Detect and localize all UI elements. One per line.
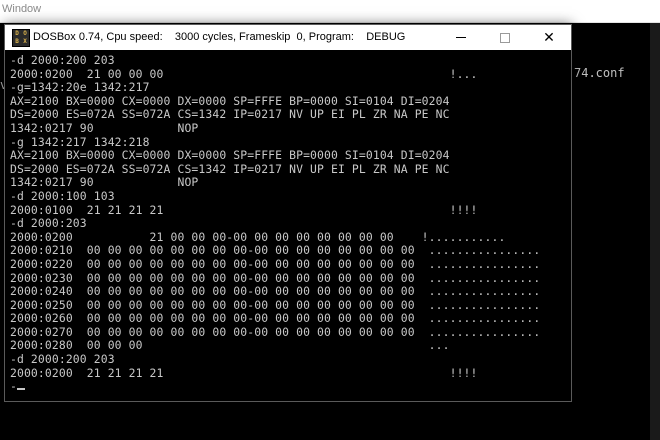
console-line: - bbox=[10, 379, 17, 394]
console-line: 2000:0210 00 00 00 00 00 00 00 00-00 00 … bbox=[10, 243, 541, 258]
close-button[interactable]: ✕ bbox=[527, 25, 571, 50]
dosbox-titlebar[interactable]: D O B X DOSBox 0.74, Cpu speed: 3000 cyc… bbox=[5, 25, 571, 50]
console-line: 2000:0220 00 00 00 00 00 00 00 00-00 00 … bbox=[10, 256, 541, 271]
maximize-button[interactable] bbox=[483, 25, 527, 50]
icon-glyph-bottom: B bbox=[15, 38, 19, 45]
maximize-icon bbox=[500, 32, 510, 43]
console-line: AX=2100 BX=0000 CX=0000 DX=0000 SP=FFFE … bbox=[10, 93, 450, 108]
background-window-title: Window bbox=[2, 3, 42, 15]
console-line: 2000:0200 21 00 00 00 !... bbox=[10, 66, 478, 81]
background-fragment-conf: 74.conf bbox=[574, 66, 625, 80]
icon-glyph-top: D bbox=[15, 30, 19, 37]
console-line: -d 2000:200 203 bbox=[10, 53, 115, 67]
dosbox-app-icon[interactable]: D O B X bbox=[12, 29, 30, 47]
console-line: 2000:0240 00 00 00 00 00 00 00 00-00 00 … bbox=[10, 284, 541, 299]
console-line: DS=2000 ES=072A SS=072A CS=1342 IP=0217 … bbox=[10, 161, 450, 176]
console-line: -g=1342:20e 1342:217 bbox=[10, 80, 150, 95]
close-icon: ✕ bbox=[543, 29, 555, 46]
dosbox-window[interactable]: D O B X DOSBox 0.74, Cpu speed: 3000 cyc… bbox=[4, 24, 572, 402]
console-line: 2000:0200 21 00 00 00-00 00 00 00 00 00 … bbox=[10, 229, 506, 244]
dos-console-screen[interactable]: -d 2000:200 203 2000:0200 21 00 00 00 !.… bbox=[5, 50, 571, 401]
console-line: 2000:0230 00 00 00 00 00 00 00 00-00 00 … bbox=[10, 270, 541, 285]
minimize-button[interactable] bbox=[439, 25, 483, 50]
console-line: 2000:0200 21 21 21 21 !!!! bbox=[10, 365, 478, 380]
console-line: -d 2000:100 103 bbox=[10, 188, 115, 203]
console-line: 2000:0280 00 00 00 ... bbox=[10, 338, 450, 353]
console-line: 2000:0250 00 00 00 00 00 00 00 00-00 00 … bbox=[10, 297, 541, 312]
console-line: DS=2000 ES=072A SS=072A CS=1342 IP=0217 … bbox=[10, 107, 450, 122]
console-line: 1342:0217 90 NOP bbox=[10, 120, 199, 135]
console-line: -d 2000:200 203 bbox=[10, 352, 115, 367]
background-window-titlebar: Window bbox=[0, 0, 660, 23]
console-line: 2000:0270 00 00 00 00 00 00 00 00-00 00 … bbox=[10, 324, 541, 339]
console-line: AX=2100 BX=0000 CX=0000 DX=0000 SP=FFFE … bbox=[10, 148, 450, 163]
background-scrollbar[interactable] bbox=[650, 23, 660, 440]
console-line: -g 1342:217 1342:218 bbox=[10, 134, 150, 149]
minimize-icon bbox=[456, 37, 466, 38]
console-line: 1342:0217 90 NOP bbox=[10, 175, 199, 190]
text-cursor bbox=[16, 388, 25, 391]
console-line: 2000:0100 21 21 21 21 !!!! bbox=[10, 202, 478, 217]
icon-glyph-bottom-2: X bbox=[23, 38, 27, 45]
console-line: 2000:0260 00 00 00 00 00 00 00 00-00 00 … bbox=[10, 311, 541, 326]
console-output: -d 2000:200 203 2000:0200 21 00 00 00 !.… bbox=[10, 53, 541, 394]
dosbox-window-title: DOSBox 0.74, Cpu speed: 3000 cycles, Fra… bbox=[33, 31, 406, 43]
icon-glyph-top-2: O bbox=[23, 30, 27, 37]
console-line: -d 2000:203 bbox=[10, 216, 87, 231]
